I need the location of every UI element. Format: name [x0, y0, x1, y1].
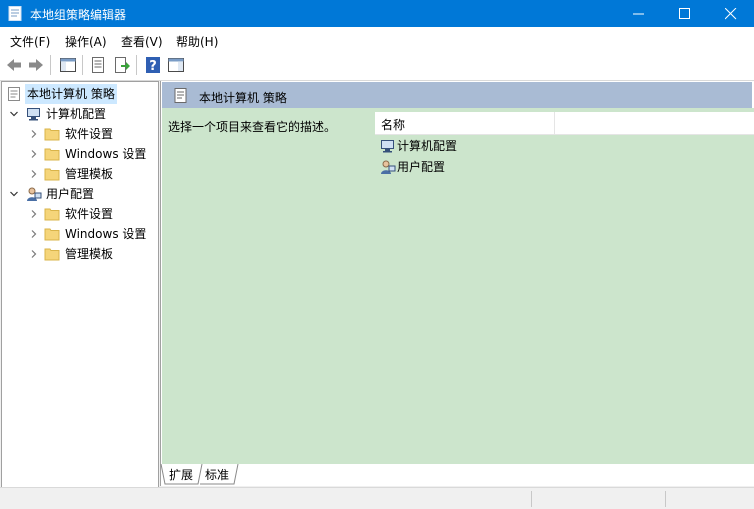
folder-icon [44, 128, 60, 141]
back-arrow-icon[interactable] [5, 56, 23, 74]
window-title: 本地组策略编辑器 [30, 8, 127, 22]
forward-arrow-icon[interactable] [27, 56, 45, 74]
folder-icon [44, 248, 60, 261]
app-icon [8, 6, 22, 21]
tree-item-windows-settings[interactable]: Windows 设置 [2, 224, 157, 244]
status-separator [531, 491, 532, 507]
list-item-label: 用户配置 [397, 160, 446, 174]
toolbar: ? [0, 51, 754, 81]
tree-item-root[interactable]: 本地计算机 策略 [2, 84, 157, 104]
tree-item-label: 软件设置 [65, 207, 114, 221]
properties-icon[interactable] [89, 56, 107, 74]
tab-extended[interactable]: 扩展 [169, 466, 193, 484]
menu-help[interactable]: 帮助(H) [176, 33, 218, 50]
computer-icon [381, 140, 394, 153]
tree-item-label: 管理模板 [65, 167, 114, 181]
chevron-right-icon[interactable] [30, 130, 38, 138]
status-bar [0, 487, 754, 509]
tree-item-label: 计算机配置 [46, 107, 107, 121]
list-item-label: 计算机配置 [397, 139, 458, 153]
tree-item-label: 管理模板 [65, 247, 114, 261]
policy-document-icon [8, 87, 20, 101]
tree-item-software-settings[interactable]: 软件设置 [2, 124, 157, 144]
folder-icon [44, 168, 60, 181]
policy-document-icon [174, 88, 187, 103]
tree-item-label: 本地计算机 策略 [25, 84, 117, 104]
list-header: 名称 [375, 112, 754, 135]
menu-action[interactable]: 操作(A) [65, 33, 107, 50]
help-icon[interactable]: ? [144, 56, 162, 74]
minimize-icon [633, 13, 644, 15]
tree-item-label: Windows 设置 [65, 227, 147, 241]
item-description: 选择一个项目来查看它的描述。 [168, 120, 337, 134]
column-divider[interactable] [554, 112, 555, 134]
chevron-right-icon[interactable] [30, 170, 38, 178]
user-icon [381, 160, 396, 174]
tree-item-user-config[interactable]: 用户配置 [2, 184, 157, 204]
tab-standard[interactable]: 标准 [205, 466, 229, 484]
tree-item-software-settings[interactable]: 软件设置 [2, 204, 157, 224]
status-separator [665, 491, 666, 507]
menu-file[interactable]: 文件(F) [10, 33, 50, 50]
show-hide-tree-icon[interactable] [59, 56, 77, 74]
tree-item-admin-templates[interactable]: 管理模板 [2, 244, 157, 264]
details-pane: 本地计算机 策略 选择一个项目来查看它的描述。 名称 计算机配置 用户配置 [160, 81, 754, 486]
tree-item-admin-templates[interactable]: 管理模板 [2, 164, 157, 184]
chevron-right-icon[interactable] [30, 250, 38, 258]
toolbar-separator [82, 55, 83, 75]
title-bar: 本地组策略编辑器 [0, 0, 754, 27]
menu-bar: 文件(F) 操作(A) 查看(V) 帮助(H) [0, 27, 754, 52]
svg-text:?: ? [149, 59, 157, 74]
maximize-icon [679, 8, 690, 19]
computer-icon [27, 108, 40, 121]
tree-item-computer-config[interactable]: 计算机配置 [2, 104, 157, 124]
details-header: 本地计算机 策略 [162, 82, 752, 108]
toolbar-separator [136, 55, 137, 75]
tree-item-label: 软件设置 [65, 127, 114, 141]
toolbar-separator [50, 55, 51, 75]
details-body: 选择一个项目来查看它的描述。 名称 计算机配置 用户配置 [162, 108, 754, 464]
tree-item-windows-settings[interactable]: Windows 设置 [2, 144, 157, 164]
details-title: 本地计算机 策略 [199, 91, 287, 105]
tree-pane: 本地计算机 策略 计算机配置 软件设置 Windows 设置 管理模板 用户配置… [1, 81, 159, 488]
menu-view[interactable]: 查看(V) [121, 33, 163, 50]
tree-item-label: 用户配置 [46, 187, 95, 201]
window: 本地组策略编辑器 文件(F) 操作(A) 查看(V) 帮助(H) ? 本地计算机… [0, 0, 754, 509]
view-tabs: 扩展 标准 [160, 464, 754, 486]
close-button[interactable] [708, 0, 754, 27]
folder-icon [44, 228, 60, 241]
close-icon [725, 8, 737, 20]
chevron-down-icon[interactable] [10, 190, 18, 198]
folder-icon [44, 148, 60, 161]
show-hide-action-pane-icon[interactable] [167, 56, 185, 74]
minimize-button[interactable] [616, 0, 662, 27]
chevron-down-icon[interactable] [10, 110, 18, 118]
chevron-right-icon[interactable] [30, 150, 38, 158]
chevron-right-icon[interactable] [30, 210, 38, 218]
folder-icon [44, 208, 60, 221]
tree-item-label: Windows 设置 [65, 147, 147, 161]
column-header-name[interactable]: 名称 [381, 116, 405, 133]
user-icon [27, 187, 42, 201]
chevron-right-icon[interactable] [30, 230, 38, 238]
export-list-icon[interactable] [113, 56, 131, 74]
maximize-button[interactable] [662, 0, 708, 27]
